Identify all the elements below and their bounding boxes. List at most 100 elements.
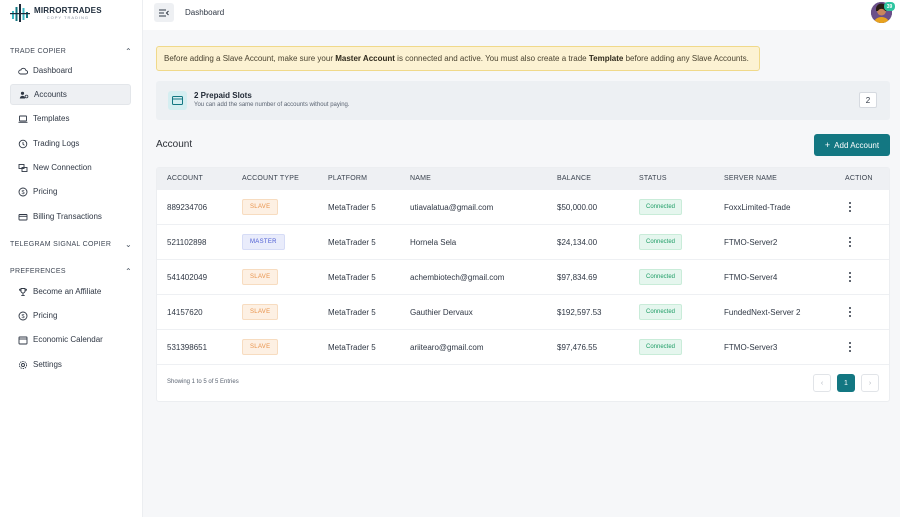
cell-balance: $97,476.55	[557, 343, 598, 352]
cell-name: achembiotech@gmail.com	[410, 273, 505, 282]
more-actions-icon[interactable]	[847, 305, 853, 319]
alert-bold-template: Template	[588, 54, 624, 63]
column-header-status: STATUS	[639, 175, 667, 182]
calendar-icon	[17, 334, 28, 345]
pagination-prev-button[interactable]: ‹	[813, 374, 831, 392]
chevron-up-icon: ⌃	[124, 46, 132, 56]
menu-toggle-button[interactable]	[154, 3, 174, 22]
account-type-badge: SLAVE	[242, 269, 279, 285]
more-actions-icon[interactable]	[847, 270, 853, 284]
table-row[interactable]: 531398651 SLAVE MetaTrader 5 ariitearo@gmai…	[157, 330, 889, 365]
sidebar-item-dashboard[interactable]: Dashboard	[10, 60, 131, 81]
wallet-icon	[17, 211, 28, 222]
users-icon	[18, 89, 29, 100]
account-type-badge: SLAVE	[242, 339, 279, 355]
column-header-platform: PLATFORM	[328, 175, 368, 182]
more-actions-icon[interactable]	[847, 235, 853, 249]
cell-account: 531398651	[167, 343, 208, 352]
pagination-next-button[interactable]: ›	[861, 374, 879, 392]
alert-text-2: is connected and active. You must also c…	[394, 54, 589, 63]
laptop-icon	[17, 113, 28, 124]
status-badge: Connected	[639, 304, 683, 320]
cell-balance: $97,834.69	[557, 273, 598, 282]
cell-balance: $192,597.53	[557, 308, 602, 317]
column-header-name: NAME	[410, 175, 432, 182]
notification-badge: 39	[884, 2, 895, 11]
sidebar-item-label: Billing Transactions	[33, 212, 102, 221]
cell-platform: MetaTrader 5	[328, 273, 376, 282]
table-row[interactable]: 14157620 SLAVE MetaTrader 5 Gauthier Dervau…	[157, 295, 889, 330]
trophy-icon	[17, 286, 28, 297]
cell-account: 889234706	[167, 203, 208, 212]
cell-server-name: FoxxLimited-Trade	[724, 203, 791, 212]
cell-server-name: FTMO-Server4	[724, 273, 778, 282]
cell-platform: MetaTrader 5	[328, 343, 376, 352]
account-type-badge: SLAVE	[242, 304, 279, 320]
sidebar-item-templates[interactable]: Templates	[10, 108, 131, 129]
alert-bold-master: Master Account	[335, 54, 395, 63]
topbar: Dashboard 39	[143, 0, 900, 30]
sidebar-item-pricing[interactable]: $ Pricing	[10, 181, 131, 202]
cell-name: Hornela Sela	[410, 238, 457, 247]
add-account-label: Add Account	[834, 140, 880, 150]
section-title-account: Account	[156, 139, 193, 150]
sidebar-item-label: Dashboard	[33, 66, 73, 75]
cell-server-name: FundedNext-Server 2	[724, 308, 801, 317]
pagination-page-1[interactable]: 1	[837, 374, 855, 392]
account-type-badge: MASTER	[242, 234, 285, 250]
column-header-server-name: SERVER NAME	[724, 175, 778, 182]
status-badge: Connected	[639, 339, 683, 355]
cell-platform: MetaTrader 5	[328, 203, 376, 212]
column-header-balance: BALANCE	[557, 175, 592, 182]
svg-text:$: $	[21, 314, 24, 320]
status-badge: Connected	[639, 199, 683, 215]
section-title: TRADE COPIER	[10, 47, 67, 55]
cell-platform: MetaTrader 5	[328, 238, 376, 247]
dollar-icon: $	[17, 186, 28, 197]
cell-server-name: FTMO-Server3	[724, 343, 778, 352]
more-actions-icon[interactable]	[847, 340, 853, 354]
sidebar-item-label: Pricing	[33, 311, 58, 320]
sidebar-item-become-affiliate[interactable]: Become an Affiliate	[10, 281, 131, 302]
cell-name: utiavalatua@gmail.com	[410, 203, 494, 212]
menu-collapse-icon	[159, 9, 169, 16]
section-trade-copier[interactable]: TRADE COPIER ⌃	[10, 45, 132, 57]
sidebar-item-new-connection[interactable]: New Connection	[10, 157, 131, 178]
section-telegram-signal-copier[interactable]: TELEGRAM SIGNAL COPIER ⌄	[10, 238, 132, 250]
section-title: PREFERENCES	[10, 267, 66, 275]
section-title: TELEGRAM SIGNAL COPIER	[10, 240, 112, 248]
slots-count: 2	[859, 92, 877, 108]
sidebar: MIRRORTRADES COPY TRADING TRADE COPIER ⌃…	[0, 0, 143, 517]
sidebar-item-billing-transactions[interactable]: Billing Transactions	[10, 206, 131, 227]
sidebar-item-settings[interactable]: Settings	[10, 354, 131, 375]
more-actions-icon[interactable]	[847, 200, 853, 214]
sidebar-item-label: Become an Affiliate	[33, 287, 102, 296]
section-preferences[interactable]: PREFERENCES ⌃	[10, 265, 132, 277]
column-header-action: ACTION	[845, 175, 873, 182]
link-icon	[17, 162, 28, 173]
logo-mark-icon	[10, 3, 30, 23]
sidebar-item-economic-calendar[interactable]: Economic Calendar	[10, 329, 131, 350]
table-row[interactable]: 889234706 SLAVE MetaTrader 5 utiavalatua@gm…	[157, 190, 889, 225]
sidebar-item-pricing-preferences[interactable]: $ Pricing	[10, 305, 131, 326]
table-row[interactable]: 521102898 MASTER MetaTrader 5 Hornela Sela $…	[157, 225, 889, 260]
table-header: ACCOUNT ACCOUNT TYPE PLATFORM NAME BALAN…	[157, 168, 889, 190]
column-header-account-type: ACCOUNT TYPE	[242, 175, 299, 182]
gear-icon	[17, 359, 28, 370]
sidebar-item-label: Templates	[33, 114, 70, 123]
cell-account: 541402049	[167, 273, 208, 282]
slots-title: 2 Prepaid Slots	[194, 91, 252, 100]
prepaid-slots-card: 2 Prepaid Slots You can add the same num…	[156, 81, 890, 120]
chevron-down-icon: ⌄	[124, 239, 132, 249]
breadcrumb: Dashboard	[185, 8, 225, 17]
add-account-button[interactable]: + Add Account	[814, 134, 890, 156]
brand-logo[interactable]: MIRRORTRADES COPY TRADING	[10, 3, 102, 23]
sidebar-item-trading-logs[interactable]: Trading Logs	[10, 133, 131, 154]
cloud-icon	[17, 65, 28, 76]
cell-account: 14157620	[167, 308, 203, 317]
history-icon	[17, 138, 28, 149]
sidebar-item-label: Accounts	[34, 90, 67, 99]
table-row[interactable]: 541402049 SLAVE MetaTrader 5 achembiotech@g…	[157, 260, 889, 295]
sidebar-item-accounts[interactable]: Accounts	[10, 84, 131, 105]
accounts-table: ACCOUNT ACCOUNT TYPE PLATFORM NAME BALAN…	[156, 167, 890, 402]
